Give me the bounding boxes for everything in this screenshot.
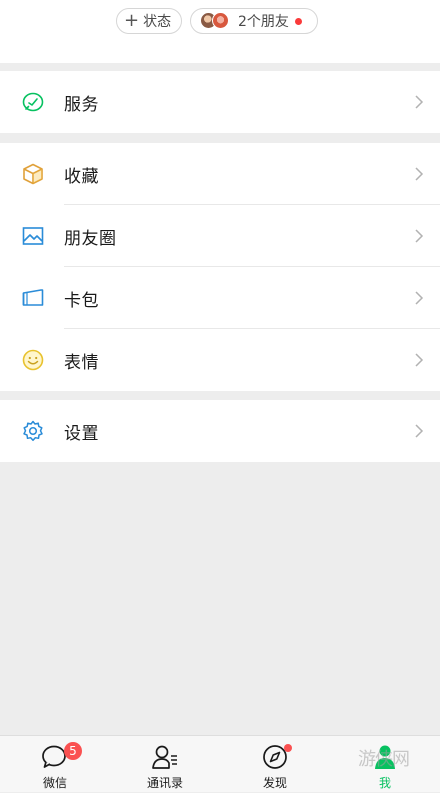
tab-discover[interactable]: 发现	[220, 736, 330, 793]
menu-item-moments[interactable]: 朋友圈	[0, 205, 440, 267]
avatar	[212, 12, 229, 29]
status-label: 状态	[143, 14, 172, 30]
tab-label-contacts: 通讯录	[146, 776, 183, 790]
tab-chats[interactable]: 5 微信	[0, 736, 110, 793]
favorites-cube-icon	[21, 162, 45, 186]
menu-item-stickers[interactable]: 表情	[0, 329, 440, 391]
menu-label-moments: 朋友圈	[64, 228, 117, 249]
tab-label-discover: 发现	[262, 776, 287, 790]
chevron-right-icon	[415, 424, 424, 438]
features-group: 收藏 朋友圈 卡包 表情	[0, 143, 440, 391]
unread-count-badge: 5	[64, 742, 82, 760]
friend-avatars	[200, 11, 234, 31]
menu-item-services[interactable]: 服务	[0, 71, 440, 133]
chevron-right-icon	[415, 353, 424, 367]
gear-icon	[21, 419, 45, 443]
contacts-icon	[152, 745, 177, 769]
menu-label-cards: 卡包	[64, 290, 99, 311]
services-icon	[21, 90, 45, 114]
friends-status-button[interactable]: 2个朋友	[190, 8, 318, 34]
new-content-dot	[284, 744, 292, 752]
smiley-icon	[21, 348, 45, 372]
tab-label-me: 我	[378, 776, 391, 790]
add-status-button[interactable]: + 状态	[116, 8, 182, 34]
chevron-right-icon	[415, 167, 424, 181]
menu-item-favorites[interactable]: 收藏	[0, 143, 440, 205]
plus-icon: +	[124, 10, 140, 31]
settings-group: 设置	[0, 400, 440, 462]
tab-label-chats: 微信	[42, 776, 67, 790]
menu-label-stickers: 表情	[64, 352, 99, 373]
profile-header: + 状态 2个朋友	[0, 0, 440, 63]
menu-label-services: 服务	[64, 94, 99, 115]
watermark-text: 游侠网	[358, 749, 410, 770]
image-icon	[21, 224, 45, 248]
menu-item-settings[interactable]: 设置	[0, 400, 440, 462]
friends-label: 2个朋友	[238, 14, 289, 30]
tab-contacts[interactable]: 通讯录	[110, 736, 220, 793]
services-group: 服务	[0, 71, 440, 133]
chevron-right-icon	[415, 291, 424, 305]
menu-item-cards[interactable]: 卡包	[0, 267, 440, 329]
chevron-right-icon	[415, 95, 424, 109]
menu-label-settings: 设置	[64, 423, 99, 444]
chevron-right-icon	[415, 229, 424, 243]
unread-dot	[294, 17, 302, 25]
menu-label-favorites: 收藏	[64, 166, 99, 187]
card-wallet-icon	[21, 286, 45, 310]
